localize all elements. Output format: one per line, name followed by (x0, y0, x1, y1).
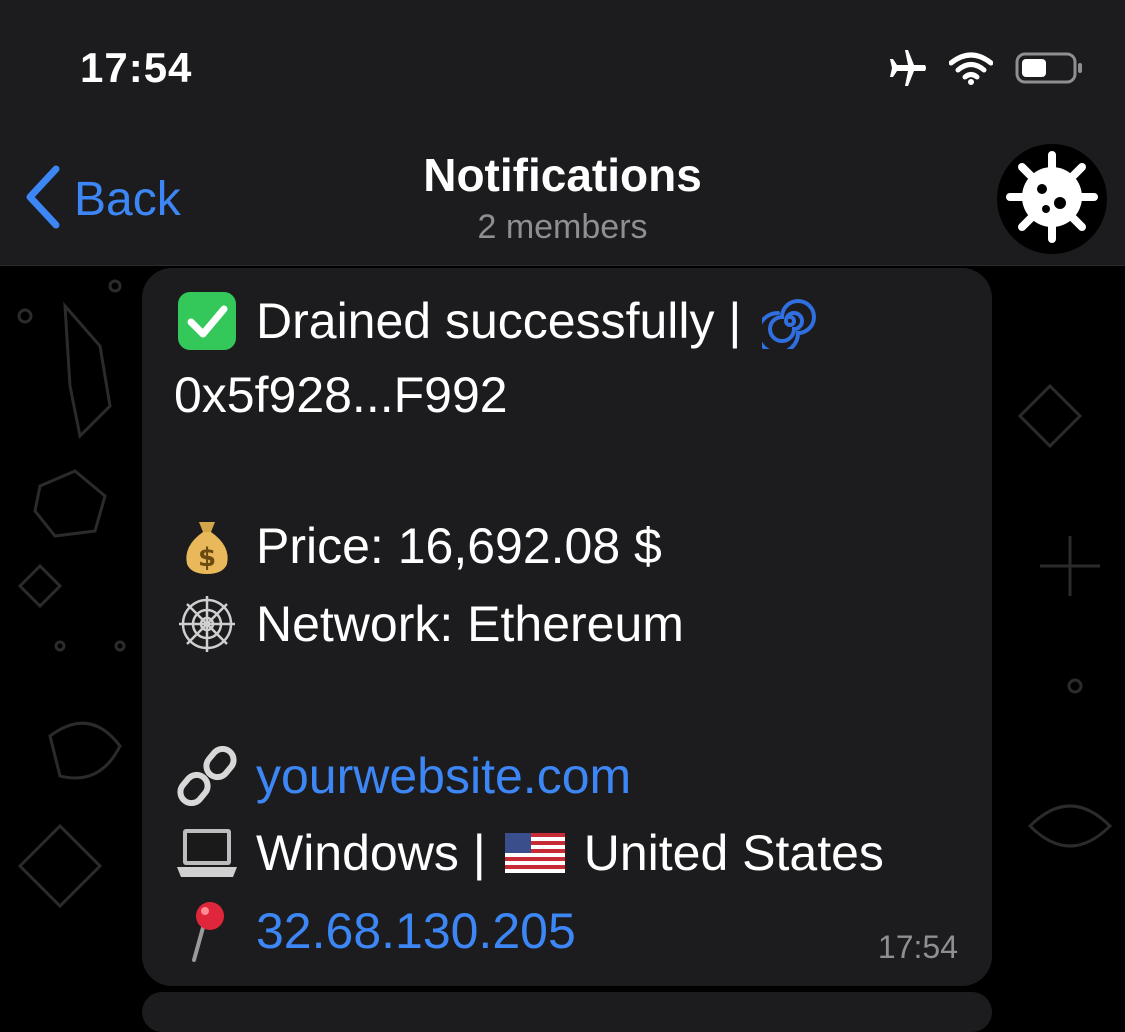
website-link[interactable]: yourwebsite.com (256, 747, 631, 805)
status-icons (883, 48, 1085, 93)
country-text: United States (583, 825, 884, 881)
laptop-icon (174, 825, 240, 881)
ip-link[interactable]: 32.68.130.205 (256, 902, 576, 960)
svg-text:$: $ (198, 543, 216, 573)
us-flag-icon (502, 833, 568, 873)
chat-title: Notifications (423, 149, 702, 201)
message-line-status: Drained successfully | (174, 290, 823, 352)
chat-header: Back Notifications 2 members (0, 130, 1125, 266)
virus-icon (1002, 147, 1102, 252)
next-message-bubble[interactable] (142, 992, 992, 1032)
status-text: Drained successfully | (256, 293, 742, 349)
chat-subtitle: 2 members (477, 208, 648, 246)
message-line-price: $ Price: 16,692.08 $ (174, 516, 662, 576)
message-bubble[interactable]: Drained successfully | 0x5f928...F992 $ … (142, 268, 992, 986)
message-line-ip: 32.68.130.205 (174, 900, 576, 962)
chat-title-block[interactable]: Notifications 2 members (0, 148, 1125, 247)
message-line-website: yourwebsite.com (174, 746, 631, 806)
avatar[interactable] (997, 144, 1107, 254)
pin-icon (174, 900, 240, 962)
swirl-icon (757, 293, 823, 349)
wallet-address: 0x5f928...F992 (174, 367, 508, 423)
os-text: Windows | (256, 825, 486, 881)
battery-icon (1015, 51, 1085, 90)
airplane-icon (883, 48, 927, 93)
check-icon (174, 290, 240, 352)
web-icon (174, 594, 240, 654)
status-bar: 17:54 (0, 0, 1125, 130)
status-time: 17:54 (80, 44, 193, 91)
money-bag-icon: $ (174, 516, 240, 576)
wifi-icon (948, 51, 994, 90)
price-text: Price: 16,692.08 $ (256, 518, 662, 574)
network-text: Network: Ethereum (256, 596, 684, 652)
message-line-address: 0x5f928...F992 (174, 366, 508, 424)
link-icon (174, 746, 240, 806)
message-line-network: Network: Ethereum (174, 594, 684, 654)
message-line-os: Windows | United States (174, 824, 884, 882)
message-time: 17:54 (877, 929, 958, 965)
